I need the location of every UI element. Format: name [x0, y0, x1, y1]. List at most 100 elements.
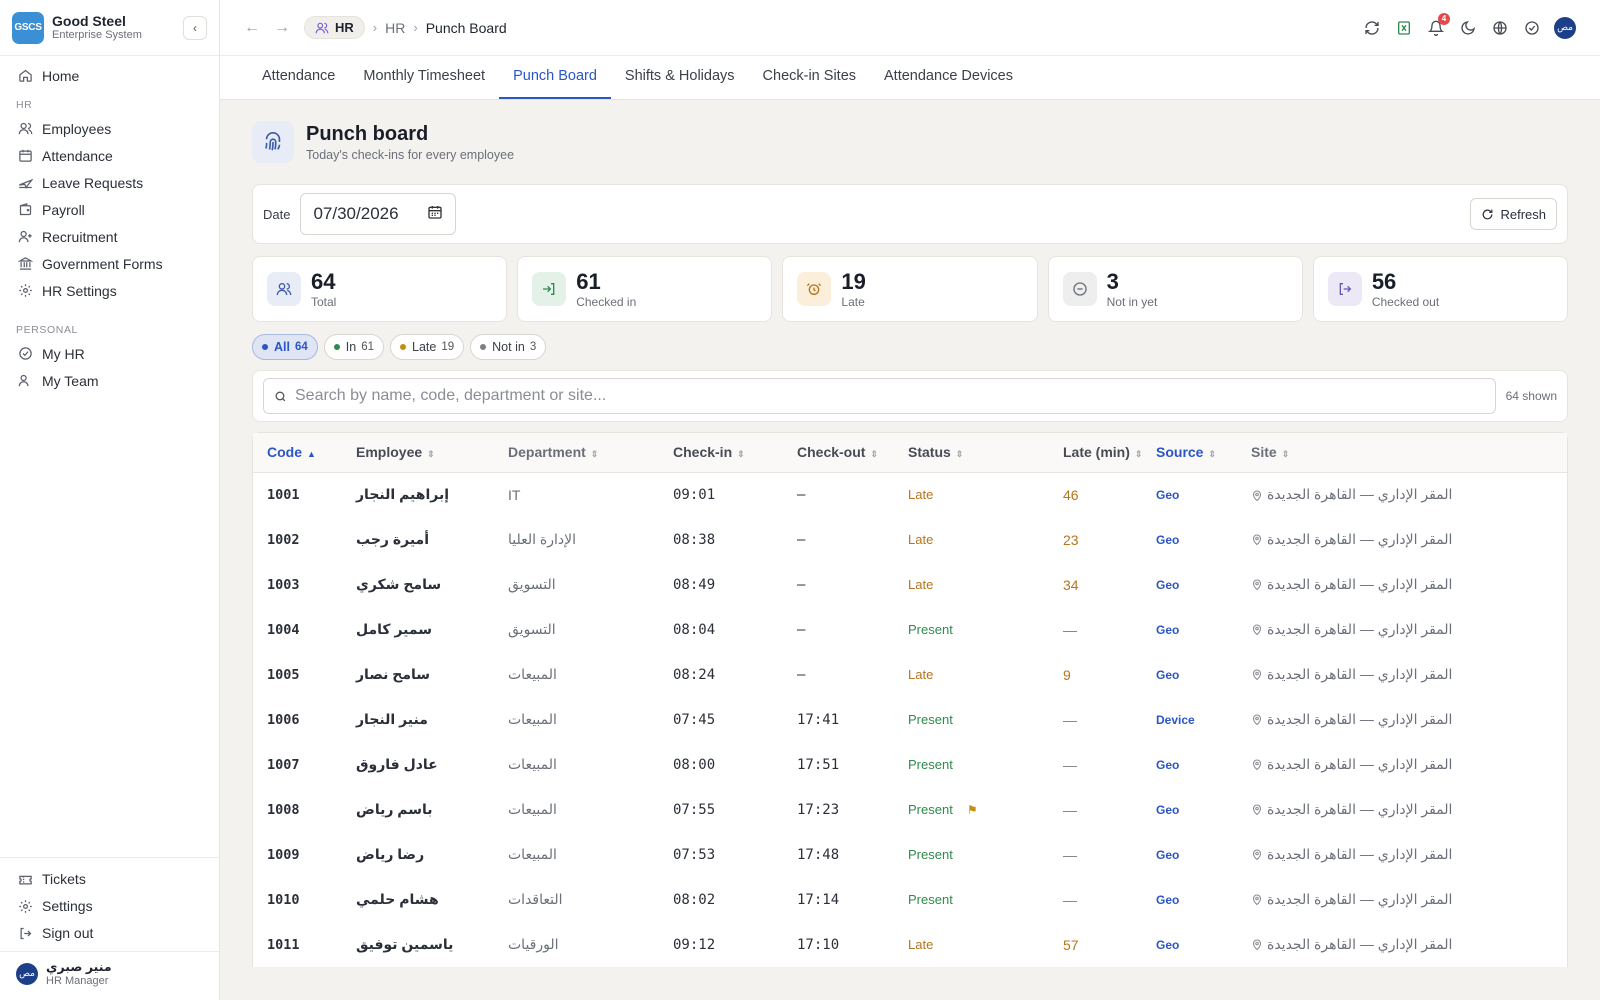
- module-label: HR: [335, 20, 354, 35]
- status-badge: Late: [908, 667, 934, 682]
- stat-value: 64: [311, 268, 336, 294]
- tab-attendance[interactable]: Attendance: [248, 68, 349, 99]
- filter-chip-late[interactable]: Late 19: [390, 334, 465, 360]
- sidebar-item-tickets[interactable]: Tickets: [8, 866, 211, 893]
- bell-icon[interactable]: 4: [1426, 12, 1450, 38]
- site-name: المقر الإداري — القاهرة الجديدة: [1267, 531, 1453, 547]
- tab-shifts-holidays[interactable]: Shifts & Holidays: [611, 68, 749, 99]
- calendar-icon: [16, 148, 34, 163]
- ticket-icon: [16, 872, 34, 887]
- sidebar-item-my-hr[interactable]: My HR: [8, 340, 211, 367]
- sidebar-item-payroll[interactable]: Payroll: [8, 196, 211, 223]
- table-row[interactable]: 1006 منير النجار المبيعات 07:45 17:41 Pr…: [253, 697, 1567, 742]
- breadcrumb-hr[interactable]: HR: [385, 20, 405, 36]
- chevron-left-icon: ‹: [193, 20, 197, 35]
- sidebar-item-government-forms[interactable]: Government Forms: [8, 250, 211, 277]
- calendar-icon[interactable]: [427, 204, 443, 225]
- sidebar-item-recruitment[interactable]: Recruitment: [8, 223, 211, 250]
- cell-department: IT: [508, 486, 521, 503]
- tab-attendance-devices[interactable]: Attendance Devices: [870, 68, 1027, 99]
- cell-employee: أميرة رجب: [356, 531, 430, 547]
- table-row[interactable]: 1004 سمير كامل التسويق 08:04 — Present —…: [253, 607, 1567, 652]
- tab-check-in-sites[interactable]: Check-in Sites: [749, 68, 870, 99]
- map-pin-icon: [1251, 714, 1263, 726]
- filter-chip-all[interactable]: All 64: [252, 334, 318, 360]
- back-arrow-icon[interactable]: ←: [244, 19, 260, 37]
- punch-table: Code ▲ Employee ⇕ Department ⇕ Check-in ⇕ Check-…: [252, 432, 1568, 967]
- gear-icon: [16, 899, 34, 914]
- cell-code: 1003: [267, 576, 300, 593]
- sidebar-item-attendance[interactable]: Attendance: [8, 142, 211, 169]
- cell-status: Present: [900, 697, 1033, 742]
- cell-employee: منير النجار: [356, 711, 428, 727]
- refresh-button[interactable]: Refresh: [1470, 198, 1557, 230]
- table-row[interactable]: 1008 باسم رياض المبيعات 07:55 17:23 Pres…: [253, 787, 1567, 832]
- cell-code: 1009: [267, 846, 300, 863]
- sidebar-item-settings[interactable]: Settings: [8, 893, 211, 920]
- column-header-status[interactable]: Status ⇕: [900, 433, 1033, 473]
- cell-department: المبيعات: [508, 756, 557, 772]
- site-name: المقر الإداري — القاهرة الجديدة: [1267, 576, 1453, 592]
- page-subtitle: Today's check-ins for every employee: [306, 147, 515, 162]
- search-input[interactable]: Search by name, code, department or site…: [263, 378, 1496, 414]
- table-row[interactable]: 1002 أميرة رجب الإدارة العليا 08:38 — La…: [253, 517, 1567, 562]
- cell-site: المقر الإداري — القاهرة الجديدة: [1251, 877, 1567, 922]
- sort-icon: ⇕: [1134, 449, 1143, 460]
- column-header-code[interactable]: Code ▲: [253, 433, 356, 473]
- column-header-check-out[interactable]: Check-out ⇕: [777, 433, 900, 473]
- sidebar-item-leave-requests[interactable]: Leave Requests: [8, 169, 211, 196]
- filter-chip-not-in[interactable]: Not in 3: [470, 334, 547, 360]
- avatar[interactable]: مص: [1554, 16, 1576, 39]
- sidebar-item-home[interactable]: Home: [8, 62, 211, 89]
- tab-monthly-timesheet[interactable]: Monthly Timesheet: [349, 68, 499, 99]
- cell-code: 1011: [267, 936, 300, 953]
- stat-label: Not in yet: [1106, 294, 1158, 309]
- sign-out-icon: [1327, 272, 1362, 306]
- cell-check-in: 08:49: [673, 576, 716, 593]
- sidebar-item-employees[interactable]: Employees: [8, 115, 211, 142]
- column-header-source[interactable]: Source ⇕: [1148, 433, 1251, 473]
- date-value: 07/30/2026: [313, 204, 399, 223]
- column-header-employee[interactable]: Employee ⇕: [356, 433, 508, 473]
- check-circle-icon[interactable]: [1522, 18, 1542, 38]
- current-user[interactable]: مص منير صبري HR Manager: [0, 950, 219, 996]
- filter-chip-in[interactable]: In 61: [323, 334, 385, 360]
- date-field[interactable]: 07/30/2026: [300, 193, 457, 235]
- table-row[interactable]: 1003 سامح شكري التسويق 08:49 — Late 34 G…: [253, 562, 1567, 607]
- sidebar-item-label: Home: [42, 67, 80, 84]
- sidebar-item-sign-out[interactable]: Sign out: [8, 920, 211, 947]
- module-pill[interactable]: HR: [304, 16, 365, 39]
- column-header-late-min[interactable]: Late (min) ⇕: [1033, 433, 1148, 473]
- refresh-label: Refresh: [1500, 206, 1546, 222]
- sidebar-item-label: My Team: [42, 372, 99, 389]
- company-subtitle: Enterprise System: [52, 29, 142, 42]
- cell-status: Late: [900, 517, 1033, 562]
- status-badge: Present: [908, 622, 953, 637]
- table-row[interactable]: 1011 ياسمين توفيق الورقيات 09:12 17:10 L…: [253, 922, 1567, 967]
- cell-source: Geo: [1156, 892, 1180, 907]
- sidebar-item-my-team[interactable]: My Team: [8, 367, 211, 394]
- column-header-check-in[interactable]: Check-in ⇕: [657, 433, 777, 473]
- sidebar-item-hr-settings[interactable]: HR Settings: [8, 277, 211, 304]
- globe-icon[interactable]: [1490, 18, 1510, 38]
- map-pin-icon: [1251, 624, 1263, 636]
- spreadsheet-icon[interactable]: [1394, 18, 1414, 38]
- status-badge: Present: [908, 757, 953, 772]
- table-row[interactable]: 1009 رضا رياض المبيعات 07:53 17:48 Prese…: [253, 832, 1567, 877]
- table-row[interactable]: 1010 هشام حلمي التعاقدات 08:02 17:14 Pre…: [253, 877, 1567, 922]
- moon-icon[interactable]: [1458, 18, 1478, 38]
- minus-circle-icon: [1062, 272, 1097, 306]
- cell-code: 1002: [267, 531, 300, 548]
- collapse-sidebar-button[interactable]: ‹: [183, 15, 207, 40]
- sync-icon[interactable]: [1362, 18, 1382, 38]
- cell-department: المبيعات: [508, 711, 557, 727]
- table-row[interactable]: 1005 سامح نصار المبيعات 08:24 — Late 9 G…: [253, 652, 1567, 697]
- forward-arrow-icon[interactable]: →: [274, 19, 290, 37]
- table-row[interactable]: 1001 إبراهيم النجار IT 09:01 — Late 46 G…: [253, 472, 1567, 517]
- tab-punch-board[interactable]: Punch Board: [499, 68, 611, 99]
- column-header-department[interactable]: Department ⇕: [508, 433, 657, 473]
- column-label: Source: [1156, 444, 1204, 461]
- cell-status: Present ⚑: [900, 787, 1033, 832]
- table-row[interactable]: 1007 عادل فاروق المبيعات 08:00 17:51 Pre…: [253, 742, 1567, 787]
- column-header-site[interactable]: Site ⇕: [1251, 433, 1567, 473]
